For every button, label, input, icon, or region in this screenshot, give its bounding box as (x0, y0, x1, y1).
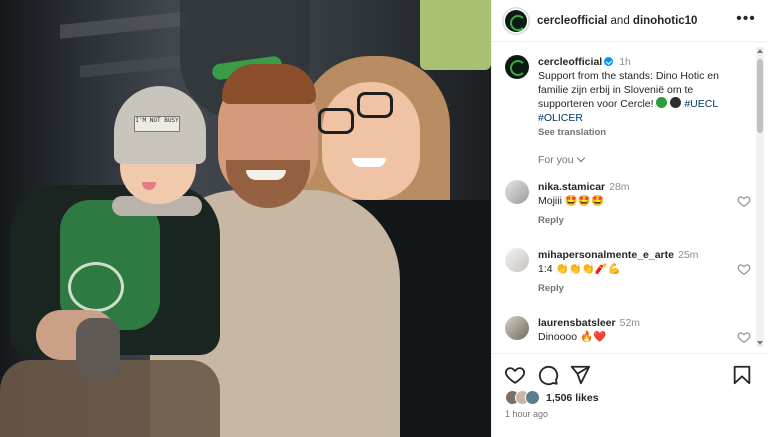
hashtag-link[interactable]: #OLICER (538, 112, 583, 124)
caption-avatar[interactable] (505, 55, 529, 79)
green-circle-emoji-icon (656, 97, 668, 108)
comment-text: Dinoooo 🔥❤️ (538, 331, 607, 343)
man-hair (222, 64, 316, 104)
woman-smile (352, 158, 386, 167)
reply-button[interactable]: Reply (538, 215, 564, 226)
scroll-up-arrow-icon[interactable] (757, 49, 763, 53)
header-joiner: and (610, 14, 630, 27)
likes-row[interactable]: 1,506 likes (505, 390, 599, 405)
account-avatar[interactable] (505, 9, 527, 32)
background-person-yellow (420, 0, 491, 70)
caption-time[interactable]: 1h (619, 56, 631, 68)
hashtag-link[interactable]: #UECL (684, 98, 718, 110)
caption-body: cercleofficial 1h Support from the stands… (538, 55, 744, 140)
comment-body: mihapersonalmente_e_arte 25m 1:4 👏👏👏🧨💪 (538, 248, 723, 276)
post-timestamp[interactable]: 1 hour ago (505, 409, 548, 419)
post-photo[interactable]: I'M NOT BUSY (0, 0, 491, 437)
header-account-link[interactable]: cercleofficial (537, 15, 607, 27)
post-actions: 1,506 likes 1 hour ago (492, 353, 768, 437)
caption-username[interactable]: cercleofficial (538, 56, 602, 68)
comment-filter-dropdown[interactable]: For you (538, 153, 585, 166)
comment-username[interactable]: nika.stamicar (538, 181, 605, 193)
send-icon[interactable] (569, 364, 591, 386)
comment-time: 52m (619, 317, 641, 329)
heart-icon[interactable] (737, 330, 751, 344)
black-circle-emoji-icon (670, 97, 682, 108)
comment-icon[interactable] (537, 364, 559, 386)
comments-scroll-area[interactable]: cercleofficial 1h Support from the stands… (492, 43, 768, 353)
more-horizontal-icon[interactable]: ••• (735, 11, 757, 28)
see-translation-link[interactable]: See translation (538, 126, 744, 140)
heart-icon[interactable] (737, 262, 751, 276)
man-smile (246, 170, 286, 180)
post-caption: cercleofficial 1h Support from the stands… (505, 55, 745, 140)
heart-icon[interactable] (504, 364, 526, 386)
comment-avatar[interactable] (505, 316, 529, 340)
comment-filter-label: For you (538, 154, 574, 166)
jersey-logo (68, 262, 124, 312)
comment-body: nika.stamicar 28m Mojiii 🤩🤩🤩 (538, 180, 723, 208)
header-collaborator-link[interactable]: dinohotic10 (633, 15, 698, 27)
comment-item: laurensbatsleer 52m Dinoooo 🔥❤️ (505, 316, 755, 353)
comment-avatar[interactable] (505, 180, 529, 204)
chevron-down-icon (576, 153, 585, 163)
comment-avatar[interactable] (505, 248, 529, 272)
bookmark-icon[interactable] (731, 364, 753, 386)
comment-text: Mojiii 🤩🤩🤩 (538, 195, 605, 207)
glasses-icon (357, 92, 393, 118)
comment-username[interactable]: mihapersonalmente_e_arte (538, 249, 674, 261)
comment-item: mihapersonalmente_e_arte 25m 1:4 👏👏👏🧨💪 Re… (505, 248, 755, 304)
comment-item: nika.stamicar 28m Mojiii 🤩🤩🤩 Reply (505, 180, 755, 236)
comment-time: 28m (609, 181, 630, 193)
liker-avatar (525, 390, 540, 405)
post-side-panel: cercleofficial and dinohotic10 ••• cercl… (491, 0, 768, 437)
beanie-label: I'M NOT BUSY (134, 116, 180, 132)
post-header: cercleofficial and dinohotic10 ••• (492, 0, 768, 42)
comment-username[interactable]: laurensbatsleer (538, 317, 616, 329)
reply-button[interactable]: Reply (538, 283, 564, 294)
comment-time: 25m (677, 249, 699, 261)
verified-badge-icon (604, 57, 614, 66)
comment-text: 1:4 👏👏👏🧨💪 (538, 263, 621, 275)
likes-count[interactable]: 1,506 likes (546, 392, 599, 404)
header-usernames: cercleofficial and dinohotic10 (537, 15, 697, 27)
comments-scrollbar[interactable] (756, 47, 764, 347)
scrollbar-thumb[interactable] (757, 59, 763, 133)
scroll-down-arrow-icon[interactable] (757, 341, 763, 345)
comment-body: laurensbatsleer 52m Dinoooo 🔥❤️ (538, 316, 723, 344)
glove (76, 318, 120, 378)
heart-icon[interactable] (737, 194, 751, 208)
glasses-icon (318, 108, 354, 134)
